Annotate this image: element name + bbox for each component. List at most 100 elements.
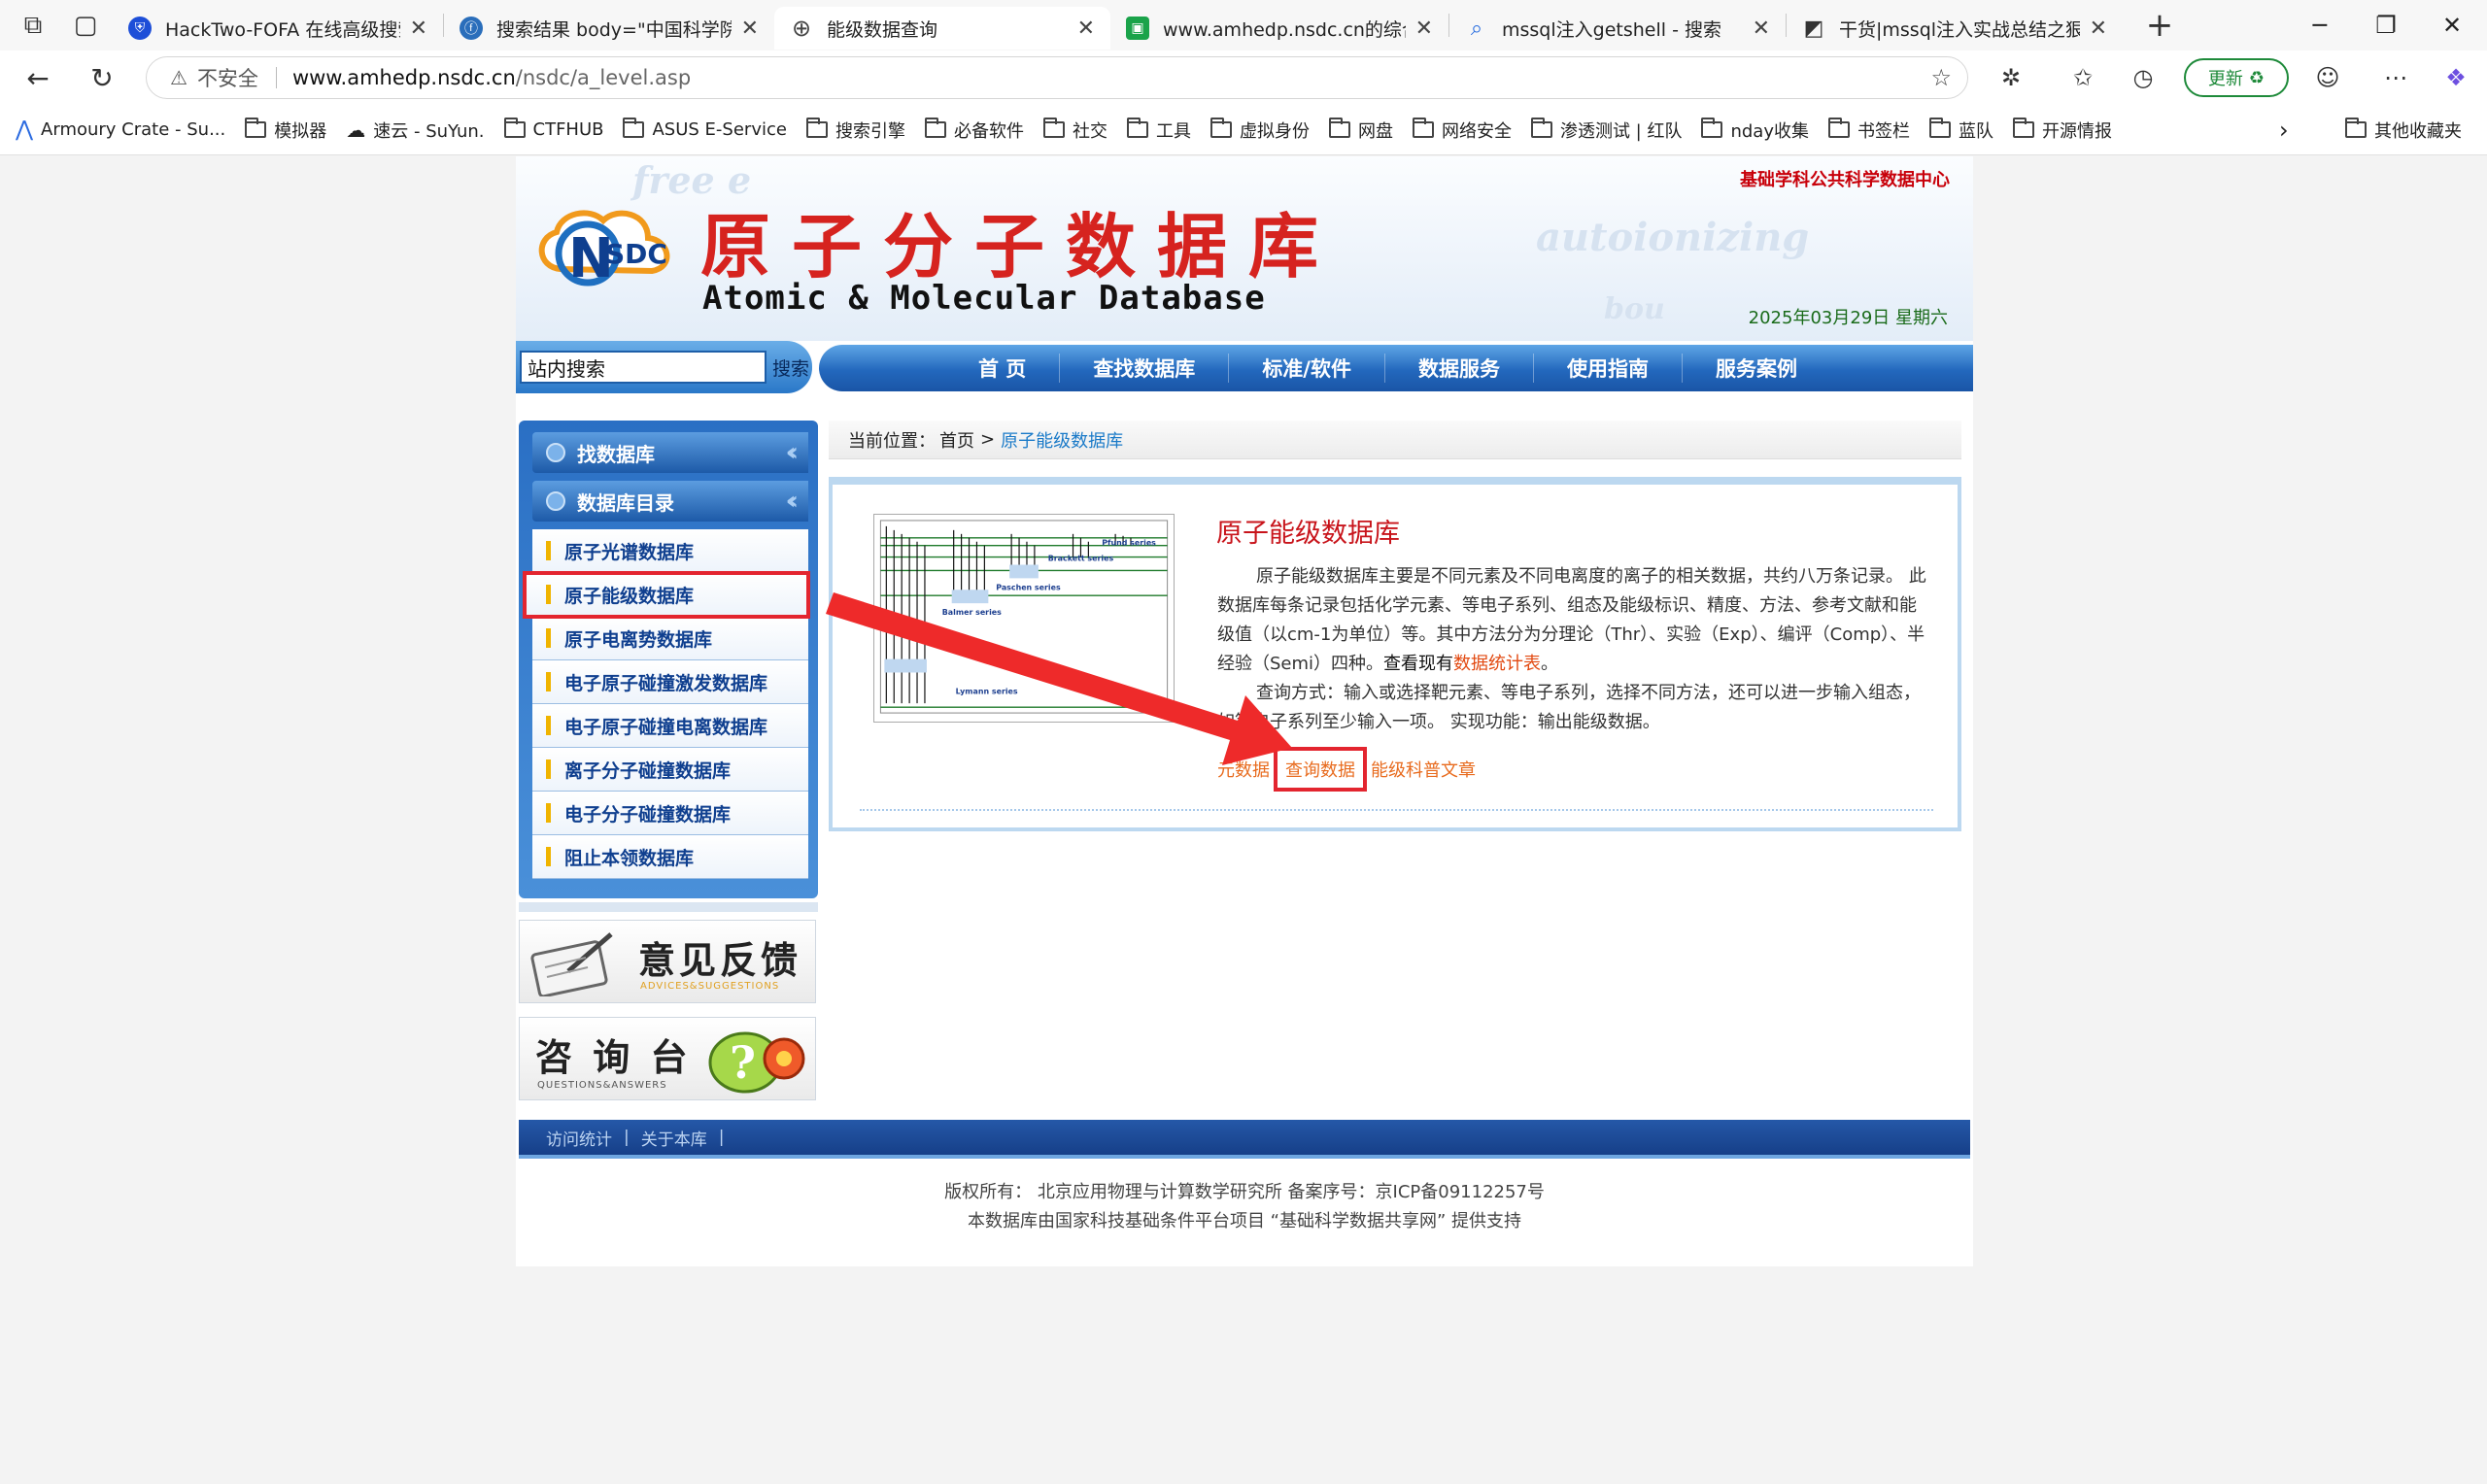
bookmark-folder[interactable]: 开源情报 [2013,118,2112,143]
reload-button[interactable]: ↻ [80,55,124,100]
site-search: 搜索 [516,341,812,393]
close-icon[interactable]: ✕ [1415,17,1433,41]
sidebar-head-catalog[interactable]: 数据库目录 ‹‹ [532,481,808,522]
url-host: www.amhedp.nsdc.cn [291,66,516,89]
bookmark-folder[interactable]: 渗透测试 | 红队 [1530,118,1683,143]
feedback-banner[interactable]: 意见反馈 ADVICES&SUGGESTIONS [519,920,816,1003]
bookmarks-overflow-icon[interactable]: › [2279,117,2289,144]
energy-level-diagram: Pfund series Brackett series Paschen ser… [873,514,1175,723]
nav-user-guide[interactable]: 使用指南 [1534,354,1683,383]
nav-standards-software[interactable]: 标准/软件 [1229,354,1385,383]
bookmark-label: CTFHUB [532,119,604,140]
bookmark-folder[interactable]: 网络安全 [1412,118,1512,143]
close-icon[interactable]: ✕ [1753,17,1770,41]
bookmark-folder[interactable]: CTFHUB [503,118,604,140]
bookmark-suyun[interactable]: ☁ 速云 - SuYun. [346,118,484,143]
metadata-link[interactable]: 元数据 [1217,757,1270,782]
bookmark-folder[interactable]: 蓝队 [1929,118,1993,143]
url-field[interactable]: ⚠ 不安全 www.amhedp.nsdc.cn/nsdc/a_level.as… [146,56,1968,99]
minimize-button[interactable]: ─ [2291,0,2349,51]
bookmark-folder[interactable]: 搜索引擎 [805,118,905,143]
dotted-divider [860,809,1933,811]
close-icon[interactable]: ✕ [741,17,759,41]
header-watermark: bou [1604,292,1665,326]
close-window-button[interactable]: ✕ [2423,0,2481,51]
breadcrumb-home[interactable]: 首页 [939,427,974,453]
close-icon[interactable]: ✕ [2090,17,2107,41]
qa-banner[interactable]: 咨 询 台 QUESTIONS&ANSWERS ? [519,1017,816,1100]
bookmark-armoury-crate[interactable]: ⋀ Armoury Crate - Su... [16,118,225,142]
org-link[interactable]: 基础学科公共科学数据中心 [1740,166,1950,191]
site-search-button[interactable]: 搜索 [772,354,809,381]
bookmark-label: nday收集 [1730,120,1809,142]
bookmark-folder[interactable]: nday收集 [1701,118,1809,143]
extensions-icon[interactable]: ✲ [1992,58,2030,97]
other-bookmarks[interactable]: 其他收藏夹 [2345,118,2462,143]
site-header: free e autoionizing bou N SDC 原子分子数据库 At… [516,156,1973,341]
site-search-input[interactable] [520,351,767,384]
close-icon[interactable]: ✕ [1077,17,1095,41]
profile-icon[interactable]: ☺ [2308,58,2347,97]
restore-button[interactable]: ❐ [2357,0,2415,51]
sidebar-item-ionization-potential[interactable]: 原子电离势数据库 [532,617,808,660]
svg-text:Balmer series: Balmer series [942,608,1002,617]
bookmark-folder[interactable]: 网盘 [1328,118,1393,143]
breadcrumb-current[interactable]: 原子能级数据库 [1001,427,1123,453]
copilot-icon[interactable]: ❖ [2436,58,2475,97]
close-icon[interactable]: ✕ [410,17,427,41]
sidebar-item-stopping-power[interactable]: 阻止本领数据库 [532,835,808,879]
favorites-icon[interactable]: ✩ [2063,58,2102,97]
tab-amhedp-query[interactable]: ▣ www.amhedp.nsdc.cn的综合查询 ✕ [1110,7,1448,50]
database-panel: Pfund series Brackett series Paschen ser… [829,477,1961,831]
bookmark-folder[interactable]: 社交 [1042,118,1107,143]
double-chevron-left-icon: ‹‹ [785,438,800,467]
current-date: 2025年03月29日 星期六 [1748,308,1948,328]
bookmark-folder[interactable]: 必备软件 [924,118,1024,143]
shield-favicon-icon: ⛨ [128,17,152,40]
footer-link-about[interactable]: 关于本库 [641,1126,707,1150]
vertical-tabs-icon[interactable]: ▢ [66,6,105,45]
bookmark-label: Armoury Crate - Su... [41,119,226,140]
back-button[interactable]: ← [16,55,60,100]
more-menu-icon[interactable]: ⋯ [2376,58,2415,97]
bookmark-folder[interactable]: 工具 [1126,118,1191,143]
sidebar: 找数据库 ‹‹ 数据库目录 ‹‹ 原子光谱数据库 原子能级数据库 原子电离势数据… [519,421,818,898]
favorite-star-icon[interactable]: ☆ [1930,64,1952,91]
sidebar-head-find-db[interactable]: 找数据库 ‹‹ [532,432,808,473]
tab-search-results[interactable]: ⓕ 搜索结果 body="中国科学院" & ✕ [444,7,774,50]
bookmark-folder[interactable]: 虚拟身份 [1209,118,1310,143]
query-data-link[interactable]: 查询数据 [1274,747,1367,792]
tab-energy-level-query[interactable]: ⊕ 能级数据查询 ✕ [774,7,1110,50]
nav-service-cases[interactable]: 服务案例 [1683,354,1830,383]
armoury-icon: ⋀ [16,118,34,142]
footer-link-stats[interactable]: 访问统计 [546,1126,612,1150]
sidebar-item-atomic-energy-levels[interactable]: 原子能级数据库 [523,571,810,619]
bookmark-folder[interactable]: ASUS E-Service [623,118,787,140]
bookmark-folder[interactable]: 模拟器 [245,118,326,143]
bookmark-folder[interactable]: 书签栏 [1828,118,1910,143]
warning-icon: ⚠ [170,66,187,89]
science-article-link[interactable]: 能级科普文章 [1371,757,1476,782]
cloud-icon: ☁ [346,118,366,142]
nav-data-services[interactable]: 数据服务 [1385,354,1534,383]
bookmark-label: 渗透测试 | 红队 [1559,120,1683,142]
history-icon[interactable]: ◷ [2124,58,2163,97]
sidebar-item-electron-atom-ionization[interactable]: 电子原子碰撞电离数据库 [532,704,808,748]
tab-hacktwo-fofa[interactable]: ⛨ HackTwo-FOFA 在线高级搜索小 ✕ [113,7,443,50]
tab-title: 能级数据查询 [827,18,938,41]
sidebar-item-electron-molecule-collision[interactable]: 电子分子碰撞数据库 [532,792,808,835]
nav-home[interactable]: 首 页 [945,354,1061,383]
update-button[interactable]: 更新 ♻ [2184,58,2289,97]
tab-mssql-article[interactable]: ◩ 干货|mssql注入实战总结之狠快 ✕ [1787,7,2123,50]
nav-find-database[interactable]: 查找数据库 [1060,354,1230,383]
sidebar-item-atomic-spectra[interactable]: 原子光谱数据库 [532,529,808,573]
workspaces-icon[interactable]: ⧉ [14,6,52,45]
sidebar-item-electron-atom-excitation[interactable]: 电子原子碰撞激发数据库 [532,660,808,704]
notepad-icon [530,932,613,996]
tab-mssql-search[interactable]: ⌕ mssql注入getshell - 搜索 ✕ [1449,7,1786,50]
tab-title: HackTwo-FOFA 在线高级搜索小 [165,18,400,41]
sidebar-item-ion-molecule-collision[interactable]: 离子分子碰撞数据库 [532,748,808,792]
site-title-en: Atomic & Molecular Database [702,279,1266,318]
stats-table-link[interactable]: 数据统计表 [1453,654,1541,674]
new-tab-button[interactable]: + [2138,6,2181,45]
